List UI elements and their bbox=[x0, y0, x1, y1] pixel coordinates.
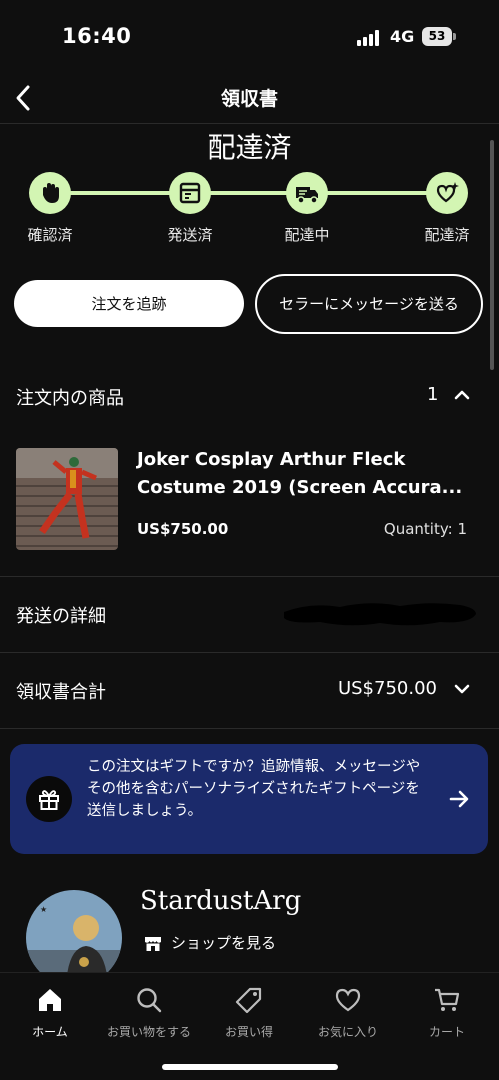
nav-header: 領収書 bbox=[0, 72, 499, 124]
search-icon bbox=[137, 988, 162, 1013]
order-items-count: 1 bbox=[427, 384, 439, 405]
receipt-total-amount: US$750.00 bbox=[337, 678, 437, 699]
gift-icon bbox=[26, 776, 72, 822]
tag-icon bbox=[235, 987, 262, 1014]
status-time: 16:40 bbox=[62, 24, 132, 48]
divider bbox=[0, 652, 499, 653]
chevron-up-icon[interactable] bbox=[453, 388, 471, 402]
tab-home[interactable]: ホーム bbox=[0, 985, 100, 1040]
divider bbox=[0, 576, 499, 577]
heart-icon bbox=[335, 988, 361, 1012]
divider bbox=[0, 728, 499, 729]
visit-shop-link[interactable]: ショップを見る bbox=[143, 932, 276, 953]
home-icon bbox=[39, 989, 61, 1011]
home-indicator[interactable] bbox=[162, 1064, 338, 1070]
shop-avatar[interactable]: ★ bbox=[26, 890, 122, 972]
receipt-total-title: 領収書合計 bbox=[16, 682, 106, 703]
tab-cart[interactable]: カート bbox=[397, 985, 497, 1040]
package-icon bbox=[179, 182, 201, 204]
signal-icon bbox=[357, 30, 383, 46]
message-seller-button[interactable]: セラーにメッセージを送る bbox=[255, 274, 483, 334]
battery-level: 53 bbox=[422, 27, 452, 46]
tab-label: ホーム bbox=[32, 1025, 68, 1039]
step-label: 確認済 bbox=[27, 226, 73, 244]
list-item[interactable]: Joker Cosplay Arthur Fleck Costume 2019 … bbox=[0, 440, 499, 560]
heart-sparkle-icon bbox=[436, 182, 459, 203]
delivery-progress: 確認済 発送済 配達中 配達済 bbox=[0, 172, 499, 252]
status-bar: 16:40 4G 53 bbox=[0, 0, 499, 72]
wave-hand-icon bbox=[43, 183, 59, 203]
tab-label: カート bbox=[428, 1025, 465, 1039]
svg-text:★: ★ bbox=[40, 905, 47, 914]
delivery-status-heading: 配達済 bbox=[207, 131, 292, 164]
order-items-title: 注文内の商品 bbox=[16, 388, 124, 409]
product-name[interactable]: Joker Cosplay Arthur Fleck Costume 2019 … bbox=[137, 446, 477, 502]
gift-promo-text: この注文はギフトですか？追跡情報、メッセージやその他を含むパーソナライズされたギ… bbox=[87, 759, 421, 819]
cart-icon bbox=[435, 988, 460, 1011]
step-label: 発送済 bbox=[167, 226, 213, 244]
product-image[interactable] bbox=[16, 448, 118, 550]
shop-section: ★ StardustArg ショップを見る bbox=[0, 880, 499, 972]
tab-shop[interactable]: お買い物をする bbox=[99, 985, 199, 1040]
redacted-address bbox=[284, 603, 476, 626]
order-items-header[interactable]: 注文内の商品 1 bbox=[0, 372, 499, 420]
visit-shop-label: ショップを見る bbox=[171, 934, 277, 952]
tab-label: お気に入り bbox=[317, 1025, 378, 1039]
step-in-transit: 配達中 bbox=[257, 172, 357, 245]
shipping-details-title: 発送の詳細 bbox=[16, 606, 106, 627]
network-type: 4G bbox=[390, 27, 415, 46]
tab-favorites[interactable]: お気に入り bbox=[298, 985, 398, 1040]
step-confirmed: 確認済 bbox=[0, 172, 100, 245]
truck-icon bbox=[296, 187, 318, 204]
chevron-down-icon[interactable] bbox=[453, 682, 471, 696]
progress-line bbox=[50, 191, 448, 195]
shop-name[interactable]: StardustArg bbox=[140, 886, 301, 916]
product-quantity: Quantity: 1 bbox=[383, 520, 467, 538]
step-label: 配達中 bbox=[284, 226, 330, 244]
step-delivered: 配達済 bbox=[397, 172, 497, 245]
step-shipped: 発送済 bbox=[140, 172, 240, 245]
tab-label: お買い得 bbox=[224, 1025, 273, 1039]
track-order-button[interactable]: 注文を追跡 bbox=[14, 280, 244, 327]
receipt-total-row[interactable]: 領収書合計 US$750.00 bbox=[0, 666, 499, 714]
arrow-right-icon[interactable] bbox=[448, 789, 470, 809]
gift-promo-banner[interactable]: この注文はギフトですか？追跡情報、メッセージやその他を含むパーソナライズされたギ… bbox=[10, 744, 488, 854]
product-price: US$750.00 bbox=[137, 520, 229, 538]
battery-icon: 53 bbox=[422, 27, 456, 46]
page-title: 領収書 bbox=[220, 88, 278, 110]
tab-label: お買い物をする bbox=[106, 1025, 191, 1039]
step-label: 配達済 bbox=[424, 226, 470, 244]
tab-deals[interactable]: お買い得 bbox=[199, 985, 299, 1040]
storefront-icon bbox=[145, 936, 161, 951]
